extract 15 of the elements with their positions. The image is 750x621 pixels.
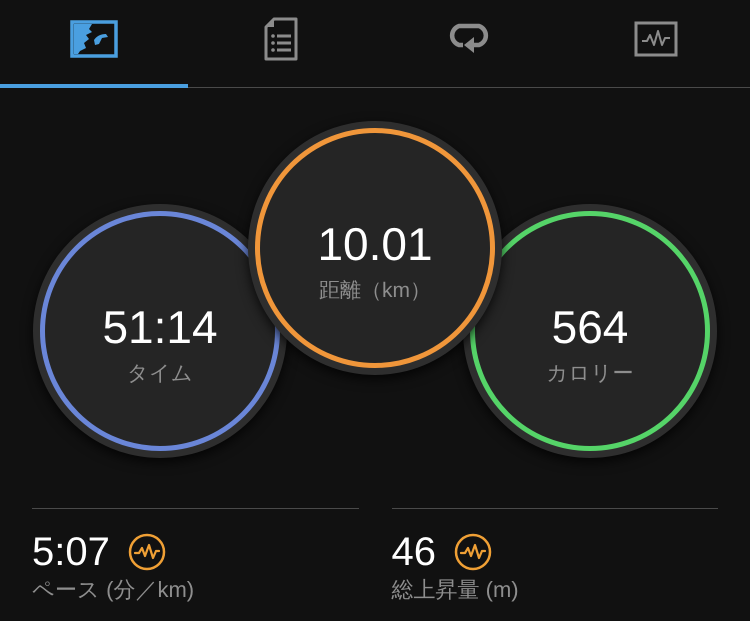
metric-label: 距離（km）: [319, 278, 431, 304]
metric-value: 564: [552, 301, 628, 353]
stat-label: 総上昇量 (m): [392, 576, 519, 604]
metric-value: 51:14: [102, 301, 218, 353]
pulse-icon: [454, 533, 492, 571]
pulse-icon: [128, 533, 166, 571]
map-icon: [70, 20, 118, 58]
stat-value: 46: [392, 529, 436, 575]
stat-value: 5:07: [32, 529, 110, 575]
metric-label: タイム: [127, 361, 193, 387]
metric-value: 10.01: [317, 218, 433, 270]
metric-label: カロリー: [546, 361, 634, 387]
stat-label: ペース (分／km): [32, 576, 194, 604]
document-list-icon: [264, 17, 298, 61]
pulse-chart-icon: [634, 21, 678, 57]
